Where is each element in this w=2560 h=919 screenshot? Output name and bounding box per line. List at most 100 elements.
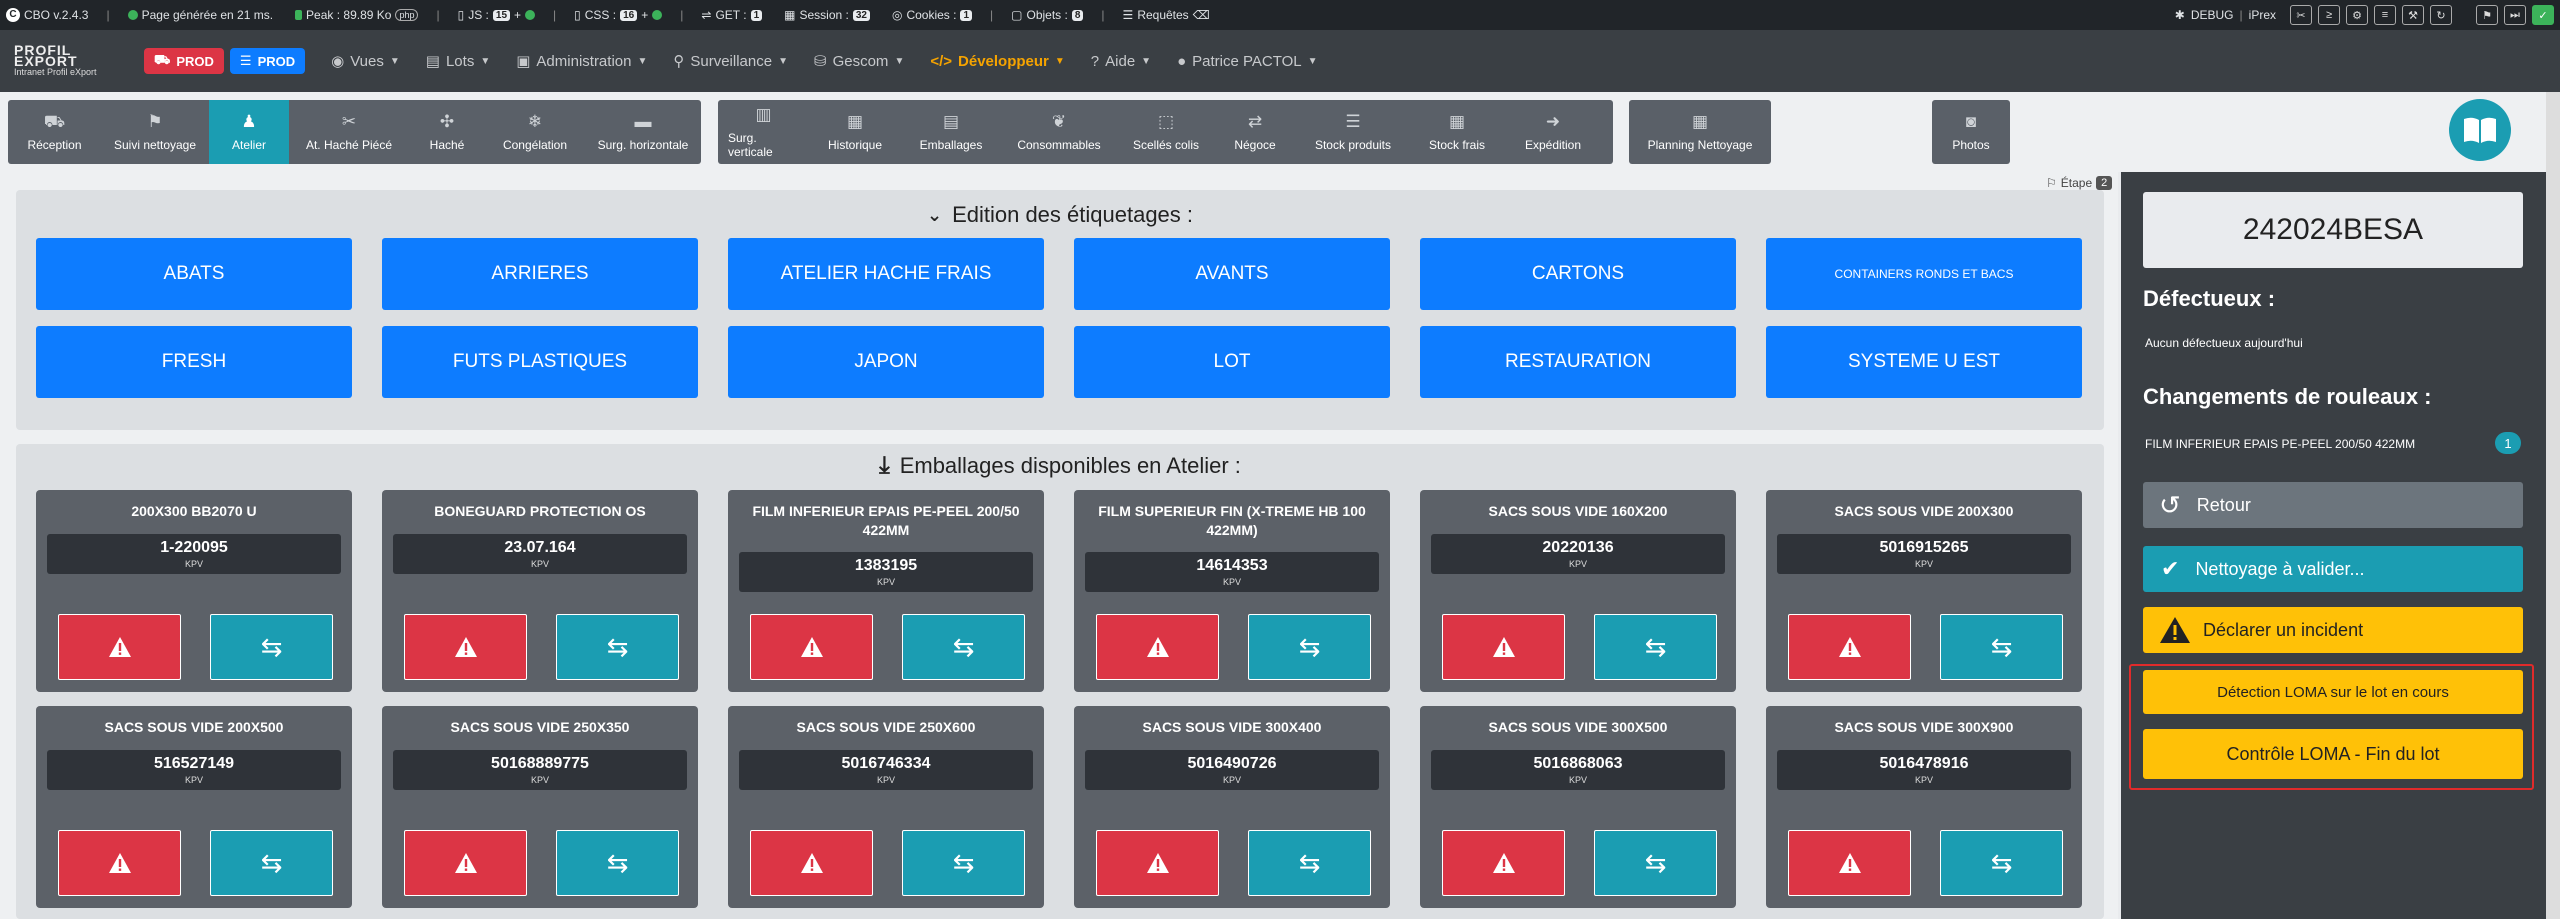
tool-hache[interactable]: ✣ Haché xyxy=(409,100,485,164)
logo-subtitle: Intranet Profil eXport xyxy=(14,66,97,77)
debug-get[interactable]: ⇌ GET :1 xyxy=(701,8,763,22)
tool-reception[interactable]: ⛟ Réception xyxy=(8,100,101,164)
debug-cookies[interactable]: ◎ Cookies :1 xyxy=(892,8,973,22)
label-button-atelier-hache-frais[interactable]: ATELIER HACHE FRAIS xyxy=(728,238,1044,310)
change-roll-button[interactable]: ⇆ xyxy=(1594,830,1717,896)
change-roll-button[interactable]: ⇆ xyxy=(556,830,679,896)
declare-defect-button[interactable] xyxy=(1788,830,1911,896)
tool-scelles-colis[interactable]: ⬚ Scellés colis xyxy=(1117,100,1215,164)
tool-consommables[interactable]: ❦ Consommables xyxy=(1001,100,1117,164)
change-roll-button[interactable]: ⇆ xyxy=(210,614,333,680)
label-button-avants[interactable]: AVANTS xyxy=(1074,238,1390,310)
refresh-icon[interactable]: ↻ xyxy=(2430,5,2452,25)
label-button-japon[interactable]: JAPON xyxy=(728,326,1044,398)
declare-defect-button[interactable] xyxy=(750,614,873,680)
emballage-unit: KPV xyxy=(1568,775,1587,785)
declare-defect-button[interactable] xyxy=(404,614,527,680)
menu-developpeur[interactable]: </> Développeur ▼ xyxy=(930,53,1064,70)
debug-css[interactable]: ▯ CSS :16 + xyxy=(574,8,663,22)
declare-defect-button[interactable] xyxy=(1442,614,1565,680)
menu-surveillance[interactable]: ⚲ Surveillance ▼ xyxy=(673,52,788,71)
loma-detection-button[interactable]: Détection LOMA sur le lot en cours xyxy=(2143,670,2523,714)
declare-defect-button[interactable] xyxy=(750,830,873,896)
change-roll-button[interactable]: ⇆ xyxy=(556,614,679,680)
flag-icon[interactable]: ⚑ xyxy=(2476,5,2498,25)
label-button-restauration[interactable]: RESTAURATION xyxy=(1420,326,1736,398)
briefcase-icon: ▣ xyxy=(516,53,531,70)
page-scrollbar[interactable] xyxy=(2546,92,2560,919)
menu-vues[interactable]: ◉ Vues ▼ xyxy=(331,52,400,71)
tool-emballages[interactable]: ▤ Emballages xyxy=(901,100,1001,164)
check-icon[interactable]: ✓ xyxy=(2532,5,2554,25)
loma-controle-button[interactable]: Contrôle LOMA - Fin du lot xyxy=(2143,729,2523,779)
tool-expedition-label: Expédition xyxy=(1524,137,1582,152)
label-button-fresh[interactable]: FRESH xyxy=(36,326,352,398)
tool-suivi-nettoyage[interactable]: ⚑ Suivi nettoyage xyxy=(101,100,209,164)
settings-icon[interactable]: ⚙ xyxy=(2346,5,2368,25)
emballages-header[interactable]: ⤓ Emballages disponibles en Atelier : xyxy=(16,452,2104,480)
declare-defect-button[interactable] xyxy=(1788,614,1911,680)
debug-js[interactable]: ▯ JS :15 + xyxy=(458,8,536,22)
tool-surg-horizontale[interactable]: ▬ Surg. horizontale xyxy=(585,100,701,164)
change-roll-button[interactable]: ⇆ xyxy=(1940,830,2063,896)
env1-label: PROD xyxy=(176,53,214,69)
label-button-abats[interactable]: ABATS xyxy=(36,238,352,310)
declare-defect-button[interactable] xyxy=(1442,830,1565,896)
tool-congelation[interactable]: ❄ Congélation xyxy=(485,100,585,164)
tool-stock-produits[interactable]: ☰ Stock produits xyxy=(1295,100,1411,164)
tool-atelier[interactable]: ♟ Atelier xyxy=(209,100,289,164)
documentation-button[interactable] xyxy=(2449,99,2511,161)
declare-defect-button[interactable] xyxy=(404,830,527,896)
declare-defect-button[interactable] xyxy=(58,614,181,680)
change-roll-button[interactable]: ⇆ xyxy=(902,614,1025,680)
nettoyage-valider-button[interactable]: ✔ Nettoyage à valider... xyxy=(2143,546,2523,592)
label-button-arrieres[interactable]: ARRIERES xyxy=(382,238,698,310)
wrench-icon[interactable]: ⚒ xyxy=(2402,5,2424,25)
menu-gescom[interactable]: ⛁ Gescom ▼ xyxy=(814,52,904,71)
declarer-incident-button[interactable]: Déclarer un incident xyxy=(2143,607,2523,653)
tool-negoce[interactable]: ⇄ Négoce xyxy=(1215,100,1295,164)
label-button-containers[interactable]: CONTAINERS RONDS ET BACS xyxy=(1766,238,2082,310)
env-badge-prod-blue[interactable]: ☰ PROD xyxy=(229,48,306,74)
menu-aide[interactable]: ? Aide ▼ xyxy=(1091,53,1151,70)
debug-session[interactable]: ▦ Session :32 xyxy=(784,8,870,22)
label-button-systeme-u-est[interactable]: SYSTEME U EST xyxy=(1766,326,2082,398)
declare-defect-button[interactable] xyxy=(1096,614,1219,680)
tool-expedition[interactable]: ➜ Expédition xyxy=(1503,100,1603,164)
forward-icon[interactable]: ⏭ xyxy=(2504,5,2526,25)
retour-button[interactable]: ↺ Retour xyxy=(2143,482,2523,528)
declare-defect-button[interactable] xyxy=(58,830,181,896)
emballage-value: 5016746334 xyxy=(841,755,931,772)
label-button-futs-plastiques[interactable]: FUTS PLASTIQUES xyxy=(382,326,698,398)
change-roll-button[interactable]: ⇆ xyxy=(1594,614,1717,680)
tool-photos[interactable]: ◙ Photos xyxy=(1932,100,2010,164)
change-roll-button[interactable]: ⇆ xyxy=(1248,830,1371,896)
env-badge-prod-red[interactable]: ⛟ PROD xyxy=(144,48,224,74)
tool-surg-verticale[interactable]: ▥ Surg. verticale xyxy=(718,100,809,164)
tools-icon[interactable]: ✂ xyxy=(2290,5,2312,25)
declare-defect-button[interactable] xyxy=(1096,830,1219,896)
debug-objets[interactable]: ▢ Objets :8 xyxy=(1011,8,1084,22)
debug-version[interactable]: C CBO v.2.4.3 xyxy=(6,8,88,22)
change-roll-button[interactable]: ⇆ xyxy=(210,830,333,896)
menu-lots[interactable]: ▤ Lots ▼ xyxy=(426,52,490,71)
change-roll-button[interactable]: ⇆ xyxy=(1940,614,2063,680)
user-menu[interactable]: ● Patrice PACTOL ▼ xyxy=(1177,53,1317,70)
menu-administration[interactable]: ▣ Administration ▼ xyxy=(516,52,647,71)
change-roll-button[interactable]: ⇆ xyxy=(902,830,1025,896)
menu-developpeur-label: Développeur xyxy=(958,52,1049,70)
tool-at-hache-piece[interactable]: ✂ At. Haché Piécé xyxy=(289,100,409,164)
label-button-lot[interactable]: LOT xyxy=(1074,326,1390,398)
emballage-card: SACS SOUS VIDE 250X600 5016746334 KPV ⇆ xyxy=(728,706,1044,908)
tool-historique[interactable]: ▦ Historique xyxy=(809,100,901,164)
debug-requetes[interactable]: ☰ Requêtes ⌫ xyxy=(1123,8,1210,22)
tool-negoce-label: Négoce xyxy=(1234,137,1276,152)
terminal-icon[interactable]: ≥ xyxy=(2318,5,2340,25)
tool-stock-frais[interactable]: ▦ Stock frais xyxy=(1411,100,1503,164)
change-roll-button[interactable]: ⇆ xyxy=(1248,614,1371,680)
tool-planning-nettoyage[interactable]: ▦ Planning Nettoyage xyxy=(1629,100,1771,164)
company-logo[interactable]: PROFIL EXPORT Intranet Profil eXport xyxy=(14,38,134,84)
sliders-icon[interactable]: ≡ xyxy=(2374,5,2396,25)
label-button-cartons[interactable]: CARTONS xyxy=(1420,238,1736,310)
etiquetages-header[interactable]: ⌄ Edition des étiquetages : xyxy=(16,202,2104,228)
